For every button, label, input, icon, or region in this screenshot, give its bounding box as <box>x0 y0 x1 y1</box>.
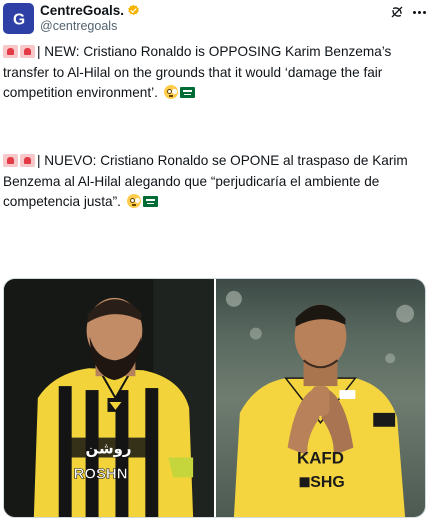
display-name[interactable]: CentreGoals. <box>40 3 124 18</box>
tweet-text-es: | NUEVO: Cristiano Ronaldo se OPONE al t… <box>3 153 408 209</box>
rotating-light-icon <box>20 45 35 58</box>
player-photo-left: روشن ROSHN <box>4 279 214 517</box>
photo-ronaldo[interactable]: KAFD SHG <box>216 279 425 517</box>
centregoals-logo-icon: G <box>12 11 24 28</box>
saudi-flag-icon <box>142 196 158 207</box>
svg-text:ROSHN: ROSHN <box>74 466 128 482</box>
svg-text:روشن: روشن <box>86 440 132 458</box>
saudi-flag-icon <box>179 87 195 98</box>
tweet-header: G CentreGoals. @centregoals <box>0 0 433 40</box>
flushed-face-icon <box>163 85 178 99</box>
tweet-text-spanish: | NUEVO: Cristiano Ronaldo se OPONE al t… <box>3 151 423 213</box>
media-grid: روشن ROSHN KAFD SHG <box>3 278 426 518</box>
tweet-text-en: | NEW: Cristiano Ronaldo is OPPOSING Kar… <box>3 44 392 100</box>
more-options-icon[interactable] <box>410 4 428 20</box>
rotating-light-icon <box>3 45 18 58</box>
svg-text:G: G <box>12 11 24 28</box>
svg-text:SHG: SHG <box>310 474 344 491</box>
grok-icon[interactable] <box>389 4 405 20</box>
svg-text:KAFD: KAFD <box>297 448 344 467</box>
rotating-light-icon <box>3 154 18 167</box>
avatar[interactable]: G <box>3 3 34 34</box>
tweet-text-english: | NEW: Cristiano Ronaldo is OPPOSING Kar… <box>3 42 423 104</box>
player-photo-right: KAFD SHG <box>225 290 415 517</box>
author-handle[interactable]: @centregoals <box>40 19 117 33</box>
author-name-row[interactable]: CentreGoals. <box>40 3 140 18</box>
photo-benzema[interactable]: روشن ROSHN <box>4 279 214 517</box>
rotating-light-icon <box>20 154 35 167</box>
flushed-face-icon <box>126 194 141 208</box>
verified-badge-icon <box>128 4 139 16</box>
